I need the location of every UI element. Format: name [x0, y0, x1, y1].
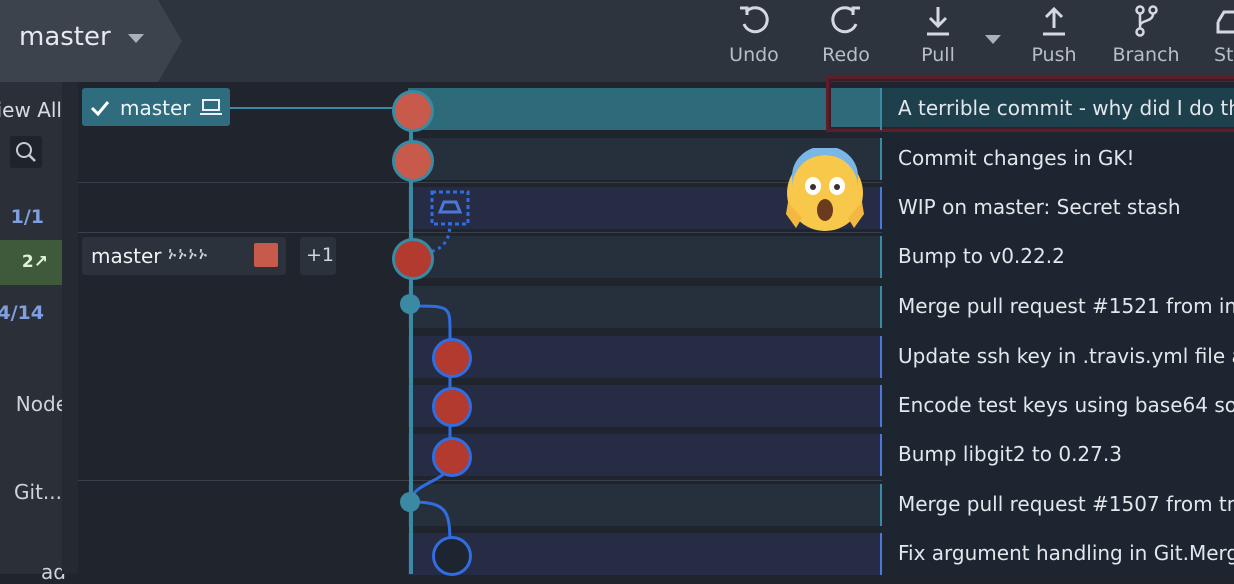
commit-avatar[interactable]	[392, 238, 434, 280]
pull-label: Pull	[921, 44, 955, 66]
pull-button[interactable]: Pull	[912, 4, 964, 74]
panel-divider[interactable]	[62, 82, 78, 574]
message-rule	[880, 88, 882, 130]
commit-message[interactable]: Fix argument handling in Git.Merge	[898, 541, 1234, 565]
search-button[interactable]	[10, 136, 42, 168]
stash-node-icon[interactable]	[430, 190, 470, 226]
redo-label: Redo	[822, 44, 870, 66]
pull-options-caret-icon[interactable]	[985, 35, 1001, 44]
commit-avatar[interactable]	[392, 140, 434, 182]
push-button[interactable]: Push	[1028, 4, 1080, 74]
tag-count: 14/14	[0, 302, 44, 324]
message-rule	[880, 434, 882, 476]
left-panel: View All 1/1 2↗ 14/14 Node Git... ad	[0, 82, 68, 584]
commit-message[interactable]: WIP on master: Secret stash	[898, 195, 1181, 219]
commit-message[interactable]: A terrible commit - why did I do th	[898, 96, 1234, 120]
local-branch-count: 1/1	[10, 206, 44, 228]
redo-icon	[831, 6, 860, 34]
undo-label: Undo	[729, 44, 779, 66]
graph-lines	[409, 107, 452, 574]
commit-avatar[interactable]	[432, 437, 472, 477]
stash-button[interactable]: Sta	[1208, 4, 1234, 74]
message-rule	[880, 286, 882, 328]
branch-icon	[1135, 5, 1158, 37]
commit-message[interactable]: Commit changes in GK!	[898, 146, 1135, 170]
toolbar: master Undo Redo Pull Push Branch St	[0, 0, 1234, 82]
branch-label: Branch	[1112, 44, 1180, 66]
chevron-down-icon[interactable]	[128, 34, 144, 43]
branch-name[interactable]: master	[19, 22, 111, 52]
commit-avatar[interactable]	[392, 90, 434, 132]
undo-icon	[740, 6, 769, 34]
stash-icon	[1216, 10, 1234, 34]
empty-commit-node[interactable]	[432, 536, 472, 576]
branch-button[interactable]: Branch	[1112, 4, 1180, 74]
push-icon	[1043, 6, 1065, 36]
redo-button[interactable]: Redo	[818, 4, 874, 74]
remote-count: 2↗	[21, 252, 48, 272]
commit-message[interactable]: Bump to v0.22.2	[898, 244, 1065, 268]
message-rule	[880, 236, 882, 278]
push-label: Push	[1031, 44, 1077, 66]
screaming-face-emoji-icon	[786, 148, 864, 231]
stash-label: Sta	[1214, 44, 1234, 66]
commit-avatar[interactable]	[432, 338, 472, 378]
undo-button[interactable]: Undo	[726, 4, 782, 74]
message-rule	[880, 484, 882, 526]
merge-commit-node[interactable]	[400, 492, 420, 512]
search-icon	[16, 142, 36, 162]
merge-commit-node[interactable]	[400, 294, 420, 314]
commit-avatar[interactable]	[432, 387, 472, 427]
commit-message[interactable]: Merge pull request #1507 from tn	[898, 492, 1234, 516]
remote-section-highlight[interactable]: 2↗	[0, 240, 62, 285]
commit-message[interactable]: Update ssh key in .travis.yml file as	[898, 344, 1234, 368]
message-rule	[880, 138, 882, 180]
commit-graph: A terrible commit - why did I do th Comm…	[78, 76, 1234, 576]
message-rule	[880, 385, 882, 427]
commit-message[interactable]: Bump libgit2 to 0.27.3	[898, 442, 1122, 466]
message-rule	[880, 533, 882, 575]
pull-icon	[927, 7, 949, 36]
commit-message[interactable]: Encode test keys using base64 so t	[898, 393, 1234, 417]
message-rule	[880, 336, 882, 378]
commit-message[interactable]: Merge pull request #1521 from im	[898, 294, 1234, 318]
message-rule	[880, 187, 882, 229]
